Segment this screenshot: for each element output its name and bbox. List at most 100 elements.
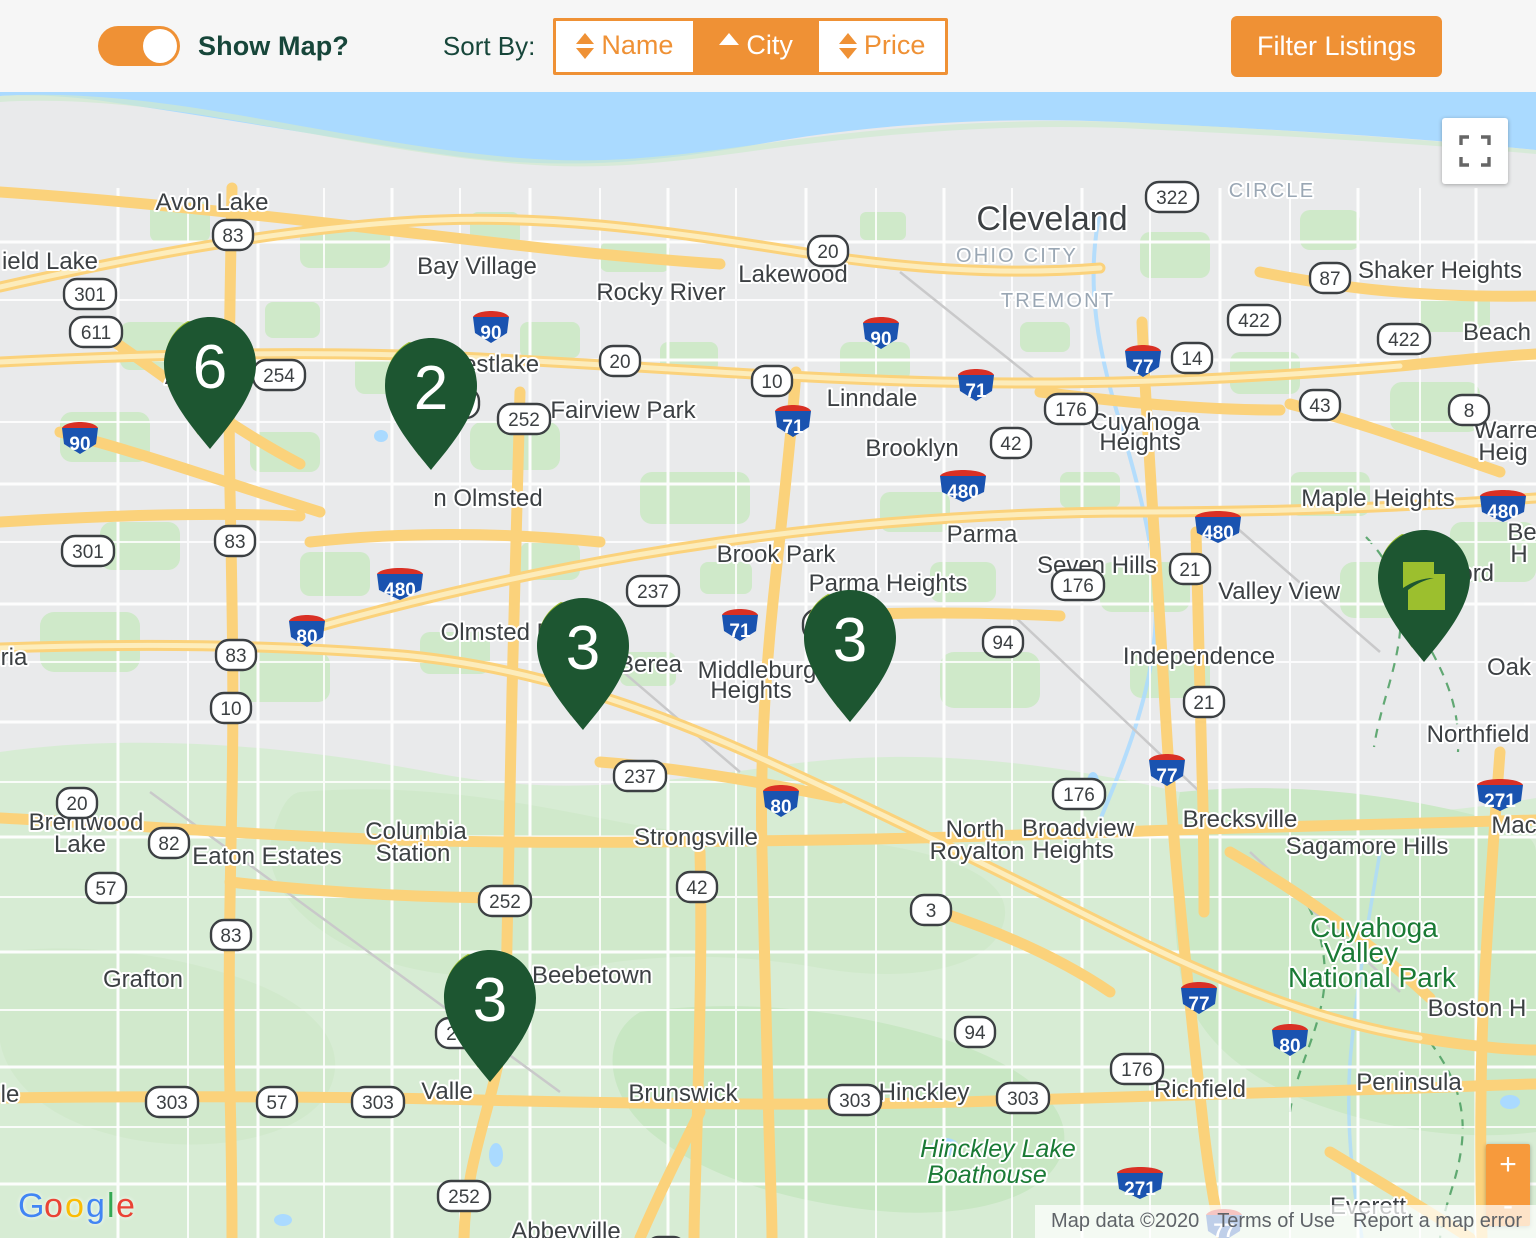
map-label: Brooklyn	[865, 435, 958, 462]
sort-button-price-label: Price	[863, 29, 926, 60]
map-label: Rocky River	[596, 279, 725, 306]
map-label: 10	[761, 372, 782, 393]
fullscreen-button[interactable]	[1442, 118, 1508, 184]
map-label: Beach	[1463, 319, 1531, 346]
map-label: Brook Park	[717, 541, 837, 568]
map-label: 176	[1055, 400, 1087, 421]
map-label: Strongsville	[634, 824, 758, 851]
map-label: Heights	[710, 677, 791, 704]
map-marker-cluster[interactable]: 3	[531, 596, 635, 734]
map-label: 94	[964, 1023, 986, 1044]
terms-of-use-link[interactable]: Terms of Use	[1217, 1210, 1335, 1233]
map-marker-cluster[interactable]: 6	[158, 315, 262, 453]
map-label: 301	[72, 542, 104, 563]
report-map-error-link[interactable]: Report a map error	[1353, 1210, 1522, 1233]
map-label: Heights	[1099, 429, 1180, 456]
map-marker-cluster[interactable]: 3	[798, 588, 902, 726]
map-label: 77	[1156, 766, 1177, 787]
map-label: 77	[1188, 994, 1209, 1015]
sort-updown-icon	[838, 33, 857, 59]
fullscreen-icon	[1459, 135, 1491, 167]
svg-text:o: o	[65, 1188, 84, 1225]
map-label: Heig	[1478, 439, 1527, 466]
map-label: 83	[220, 926, 241, 947]
sort-button-group: Name City Price	[553, 17, 949, 75]
map-marker-label: 6	[193, 333, 227, 402]
map-label: Northfield	[1427, 721, 1530, 748]
map-label: 20	[66, 794, 87, 815]
sort-button-price[interactable]: Price	[818, 20, 946, 72]
map-label: 176	[1121, 1060, 1153, 1081]
sort-button-city-label: City	[746, 29, 793, 60]
map-marker-label: 2	[414, 354, 448, 423]
map-label: 80	[770, 797, 791, 818]
map-label: Richfield	[1154, 1076, 1246, 1103]
map-label: 271	[1484, 791, 1516, 812]
svg-text:o: o	[44, 1188, 63, 1225]
svg-text:G: G	[18, 1188, 44, 1225]
map-marker-cluster[interactable]: 3	[438, 948, 542, 1086]
map-label: Royalton	[930, 838, 1025, 865]
sort-button-city[interactable]: City	[693, 20, 819, 72]
map-label: 82	[158, 834, 179, 855]
map-label: Boston H	[1428, 995, 1527, 1022]
map-label: Brecksville	[1183, 806, 1298, 833]
map-label: Sagamore Hills	[1286, 833, 1449, 860]
map-label: 77	[1132, 357, 1153, 378]
map-label: Bay Village	[417, 253, 537, 280]
map-marker-label: 3	[473, 966, 507, 1035]
sort-up-icon	[719, 33, 740, 59]
map-label: Mac	[1491, 812, 1536, 839]
map-label: 57	[266, 1093, 287, 1114]
map-major-city-labels: Cleveland	[974, 198, 1129, 240]
sort-button-name-label: Name	[601, 29, 674, 60]
map-label: 252	[448, 1187, 480, 1208]
map-label: 237	[637, 582, 669, 603]
map-label: Hinckley	[879, 1079, 970, 1106]
map-label: 83	[225, 646, 246, 667]
toggle-knob-icon	[143, 29, 177, 63]
map-label: 10	[220, 699, 241, 720]
show-map-toggle-group[interactable]: Show Map?	[98, 26, 349, 66]
map-label: 21	[1179, 560, 1200, 581]
map-label: 176	[1063, 785, 1095, 806]
map-label: Brunswick	[628, 1080, 738, 1107]
sort-by-label: Sort By:	[442, 30, 536, 61]
map-label: 480	[1202, 523, 1234, 544]
map-label: 57	[95, 879, 116, 900]
map-label: National Park	[1288, 962, 1457, 993]
map-marker-cluster[interactable]: 2	[379, 336, 483, 474]
svg-text:e: e	[116, 1188, 134, 1225]
google-logo[interactable]: G o o g l e	[18, 1188, 134, 1226]
map-label: Valley View	[1218, 578, 1341, 605]
map-label: Abbeyville	[511, 1218, 620, 1238]
google-map[interactable]: Cleveland Avon Lake ield Lake Bay Village R…	[0, 92, 1536, 1238]
map-label: 71	[965, 381, 987, 402]
sort-button-name[interactable]: Name	[556, 20, 694, 72]
map-label: 271	[1124, 1179, 1156, 1200]
map-label: Independence	[1123, 643, 1275, 670]
map-label: 611	[81, 323, 111, 344]
svg-text:g: g	[86, 1188, 105, 1225]
map-label: 303	[156, 1093, 188, 1114]
zoom-in-button[interactable]: +	[1486, 1144, 1530, 1185]
map-label: 80	[1279, 1036, 1300, 1057]
map-label: 80	[296, 627, 317, 648]
map-marker-land-parcel[interactable]	[1372, 528, 1476, 666]
show-map-label: Show Map?	[198, 30, 349, 61]
sort-updown-icon	[576, 33, 595, 59]
filter-listings-button[interactable]: Filter Listings	[1230, 15, 1442, 77]
map-label: 252	[489, 892, 521, 913]
map-label: 254	[263, 366, 295, 387]
map-label: ria	[1, 644, 28, 671]
map-label: 20	[609, 352, 630, 373]
map-label: Shaker Heights	[1358, 257, 1522, 284]
map-label: 422	[1238, 311, 1270, 332]
map-label: Fairview Park	[550, 397, 696, 424]
map-label: 237	[624, 767, 656, 788]
map-label: 480	[1487, 502, 1519, 523]
map-label: Avon Lake	[156, 189, 269, 216]
show-map-toggle[interactable]	[98, 26, 180, 66]
map-label: Parma	[947, 521, 1018, 548]
map-label: ield Lake	[2, 248, 98, 275]
